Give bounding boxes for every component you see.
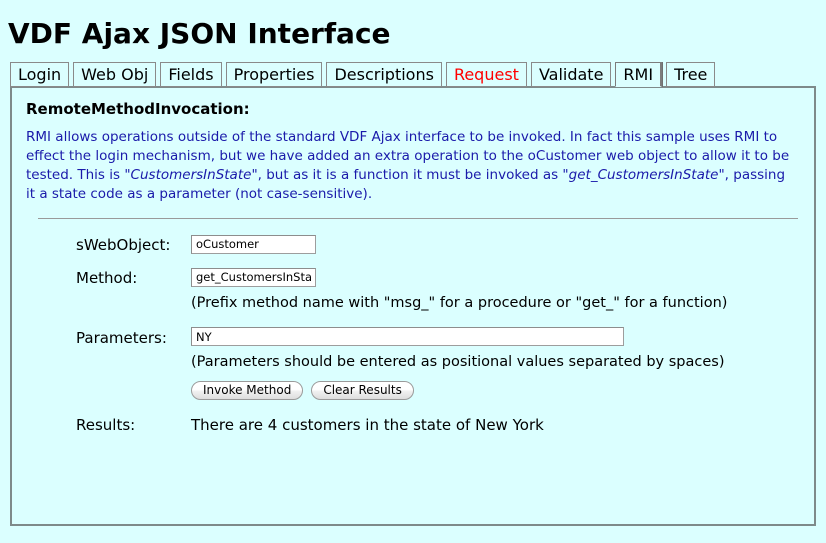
parameters-field-wrap: (Parameters should be entered as positio… [191, 326, 802, 400]
webobject-field-wrap [191, 233, 802, 254]
tab-bar: Login Web Obj Fields Properties Descript… [10, 61, 826, 87]
desc-emphasis-customersinstate: CustomersInState [130, 167, 252, 183]
tab-properties[interactable]: Properties [225, 62, 323, 87]
section-divider [38, 218, 798, 219]
button-row: Invoke Method Clear Results [191, 381, 802, 400]
tab-descriptions[interactable]: Descriptions [326, 62, 442, 87]
desc-emphasis-get-customersinstate: get_CustomersInState [568, 167, 719, 183]
method-input[interactable] [191, 267, 316, 287]
parameters-hint: (Parameters should be entered as positio… [191, 354, 725, 370]
page-title: VDF Ajax JSON Interface [8, 17, 391, 50]
rmi-panel: RemoteMethodInvocation: RMI allows opera… [10, 86, 816, 526]
method-row: Method: (Prefix method name with "msg_" … [76, 266, 802, 318]
tab-fields[interactable]: Fields [160, 62, 222, 87]
parameters-row: Parameters: (Parameters should be entere… [76, 326, 802, 400]
desc-text-2: ", but as it is a function it must be in… [251, 167, 569, 183]
tab-web-obj[interactable]: Web Obj [73, 62, 157, 87]
tab-validate[interactable]: Validate [530, 62, 612, 87]
tab-rmi[interactable]: RMI [615, 62, 663, 87]
parameters-input[interactable] [191, 327, 624, 346]
parameters-label: Parameters: [76, 328, 167, 347]
invoke-method-button[interactable]: Invoke Method [191, 381, 304, 400]
clear-results-button[interactable]: Clear Results [311, 381, 414, 400]
webobject-label: sWebObject: [76, 236, 171, 254]
tab-login[interactable]: Login [10, 62, 70, 87]
webobject-row: sWebObject: [76, 233, 802, 254]
method-label: Method: [76, 269, 138, 287]
tab-tree[interactable]: Tree [666, 62, 716, 87]
webobject-input[interactable] [191, 234, 316, 254]
page-root: VDF Ajax JSON Interface Login Web Obj Fi… [0, 0, 826, 543]
method-hint: (Prefix method name with "msg_" for a pr… [191, 294, 728, 311]
method-field-wrap: (Prefix method name with "msg_" for a pr… [191, 266, 802, 318]
results-row: Results: There are 4 customers in the st… [76, 416, 802, 434]
tab-request[interactable]: Request [445, 62, 527, 87]
results-label: Results: [76, 416, 136, 434]
rmi-form: sWebObject: Method: (Prefix method name … [76, 233, 802, 434]
results-value: There are 4 customers in the state of Ne… [191, 416, 544, 434]
panel-description: RMI allows operations outside of the sta… [26, 128, 798, 204]
panel-heading: RemoteMethodInvocation: [26, 100, 250, 118]
